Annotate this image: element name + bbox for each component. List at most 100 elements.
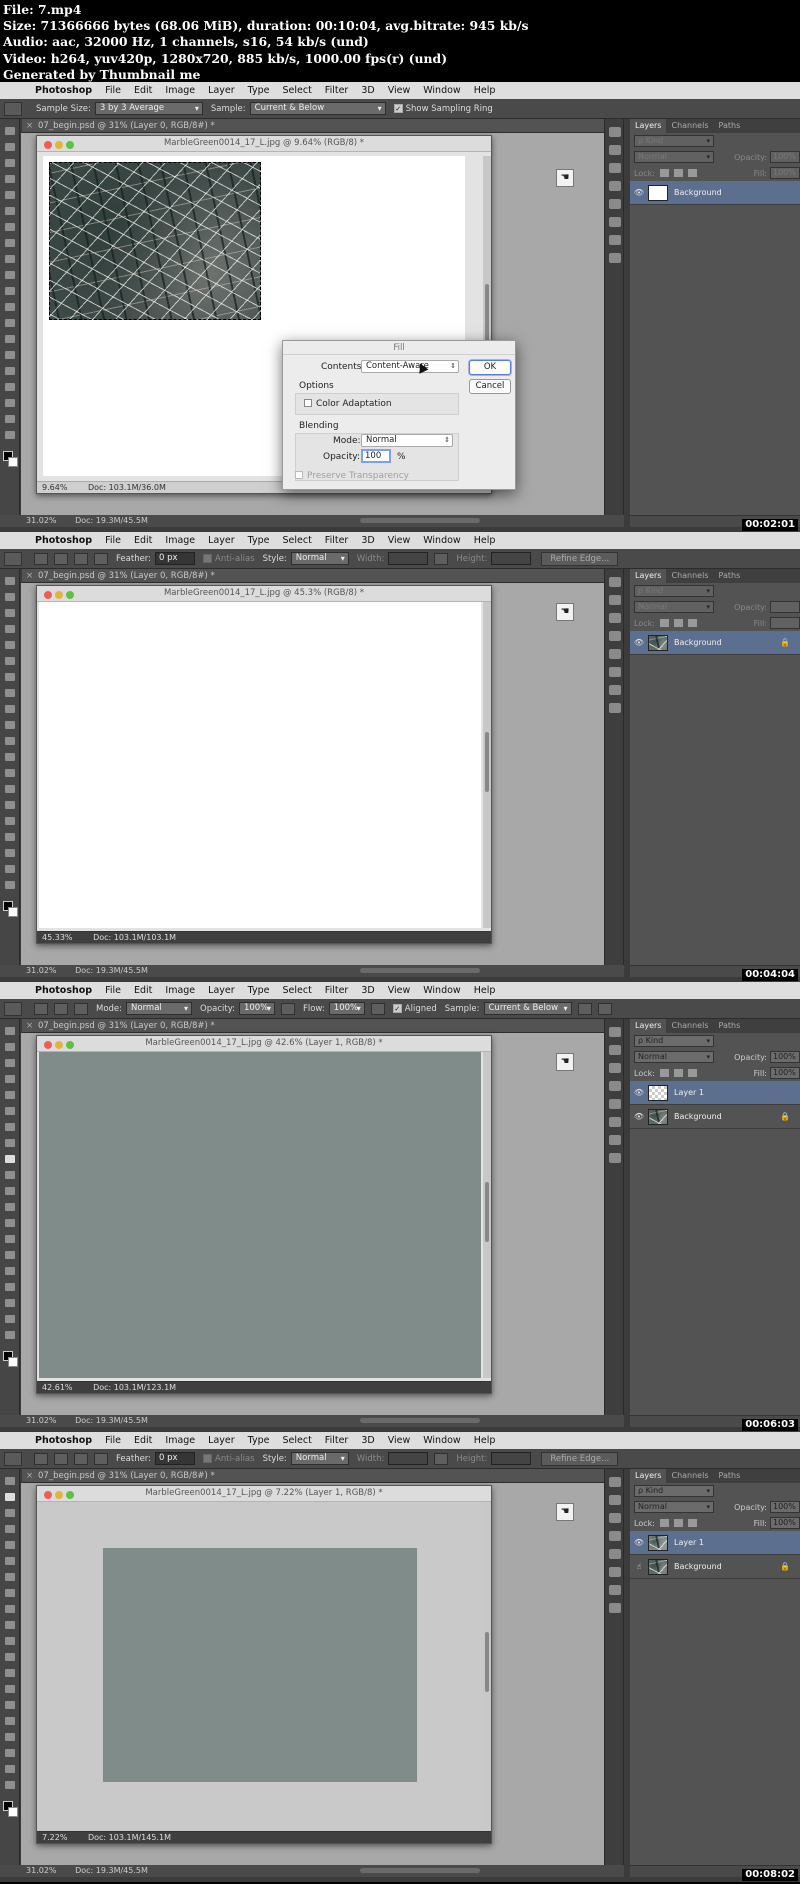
brushes-panel-icon[interactable] — [609, 1117, 621, 1127]
menu-select[interactable]: Select — [282, 1435, 311, 1446]
layer-row[interactable]: 👁 Layer 1 — [630, 1081, 800, 1105]
styles-panel-icon[interactable] — [609, 1531, 621, 1541]
history-panel-icon[interactable] — [609, 127, 621, 137]
menu-layer[interactable]: Layer — [208, 1435, 235, 1446]
brush-tool-icon[interactable] — [5, 1589, 15, 1597]
eye-icon[interactable]: 👁 — [630, 638, 648, 647]
shape-tool-icon[interactable] — [5, 1749, 15, 1757]
eyedropper-tool-icon[interactable] — [5, 207, 15, 215]
menu-type[interactable]: Type — [248, 1435, 270, 1446]
add-selection-icon[interactable] — [54, 1452, 68, 1465]
tab-channels[interactable]: Channels — [666, 1469, 713, 1483]
cancel-button[interactable]: Cancel — [469, 379, 511, 394]
eraser-tool-icon[interactable] — [5, 287, 15, 295]
eye-icon[interactable]: 👁 — [630, 1088, 648, 1097]
lock-pixels-icon[interactable] — [659, 1069, 669, 1077]
pointer-hand-icon[interactable]: ☝ — [630, 1562, 648, 1571]
tab-paths[interactable]: Paths — [714, 119, 746, 133]
lock-pixels-icon[interactable] — [659, 619, 669, 627]
menu-select[interactable]: Select — [282, 85, 311, 96]
menu-filter[interactable]: Filter — [325, 1435, 349, 1446]
height-input[interactable] — [491, 1452, 532, 1465]
hand-tool-icon[interactable] — [5, 1765, 15, 1773]
brush-tool-icon[interactable] — [5, 239, 15, 247]
zoom-window-button[interactable] — [65, 1041, 74, 1049]
layer-name[interactable]: Background — [674, 1112, 722, 1121]
styles-panel-icon[interactable] — [609, 1081, 621, 1091]
layer-row[interactable]: 👁 Background 🔒 — [630, 631, 800, 655]
type-tool-icon[interactable] — [5, 367, 15, 375]
blur-tool-icon[interactable] — [5, 319, 15, 327]
layer-opacity-input[interactable]: 100% — [770, 1051, 800, 1063]
menu-filter[interactable]: Filter — [325, 85, 349, 96]
path-select-tool-icon[interactable] — [5, 1733, 15, 1741]
refine-edge-button[interactable]: Refine Edge... — [541, 1451, 619, 1466]
quick-select-tool-icon[interactable] — [5, 1525, 15, 1533]
status-zoom[interactable]: 31.02% — [26, 1416, 57, 1425]
new-selection-icon[interactable] — [34, 1452, 48, 1465]
minimize-window-button[interactable] — [54, 591, 63, 599]
layer-opacity-input[interactable]: 100% — [770, 151, 800, 163]
layer-row[interactable]: 👁 Background 🔒 — [630, 1105, 800, 1129]
swatches-panel-icon[interactable] — [609, 1549, 621, 1559]
menu-app[interactable]: Photoshop — [35, 1435, 92, 1446]
vertical-scrollbar[interactable] — [483, 602, 491, 928]
brush-tool-icon[interactable] — [5, 689, 15, 697]
dodge-tool-icon[interactable] — [5, 335, 15, 343]
tab-layers[interactable]: Layers — [630, 569, 667, 583]
eyedropper-tool-icon[interactable] — [5, 1107, 15, 1115]
color-adaptation-checkbox[interactable] — [304, 399, 312, 407]
menu-layer[interactable]: Layer — [208, 985, 235, 996]
properties-panel-icon[interactable] — [609, 595, 621, 605]
zoom-tool-icon[interactable] — [5, 1331, 15, 1339]
layer-name[interactable]: Layer 1 — [674, 1538, 704, 1547]
tab-layers[interactable]: Layers — [630, 1469, 667, 1483]
properties-panel-icon[interactable] — [609, 1045, 621, 1055]
opacity-input[interactable]: 100 — [361, 449, 391, 463]
adjustments-panel-icon[interactable] — [609, 163, 621, 173]
marquee-tool-icon[interactable] — [5, 1043, 15, 1051]
swatches-panel-icon[interactable] — [609, 1099, 621, 1109]
feather-input[interactable]: 0 px — [155, 1452, 196, 1465]
eraser-tool-icon[interactable] — [5, 737, 15, 745]
tab-paths[interactable]: Paths — [714, 569, 746, 583]
status-zoom[interactable]: 31.02% — [26, 1866, 57, 1875]
pen-tool-icon[interactable] — [5, 1251, 15, 1259]
menu-help[interactable]: Help — [474, 1435, 496, 1446]
history-brush-tool-icon[interactable] — [5, 721, 15, 729]
styles-panel-icon[interactable] — [609, 181, 621, 191]
zoom-window-button[interactable] — [65, 141, 74, 149]
eye-icon[interactable]: 👁 — [630, 1112, 648, 1121]
mode-select[interactable]: Normal — [361, 434, 453, 447]
layer-opacity-input[interactable] — [770, 601, 800, 613]
menu-edit[interactable]: Edit — [134, 85, 152, 96]
eraser-tool-icon[interactable] — [5, 1187, 15, 1195]
intersect-selection-icon[interactable] — [94, 1452, 108, 1465]
pen-tool-icon[interactable] — [5, 801, 15, 809]
clone-stamp-tool-icon[interactable] — [5, 1605, 15, 1613]
airbrush-icon[interactable] — [370, 1002, 385, 1015]
history-panel-icon[interactable] — [609, 1027, 621, 1037]
sample-select[interactable]: Current & Below — [249, 102, 386, 115]
adjustments-panel-icon[interactable] — [609, 1513, 621, 1523]
blur-tool-icon[interactable] — [5, 1669, 15, 1677]
adjustments-panel-icon[interactable] — [609, 613, 621, 623]
height-input[interactable] — [491, 552, 532, 565]
lock-pixels-icon[interactable] — [659, 169, 669, 177]
window-zoom-level[interactable]: 45.33% — [42, 933, 73, 942]
menu-window[interactable]: Window — [423, 985, 460, 996]
width-input[interactable] — [388, 552, 429, 565]
add-selection-icon[interactable] — [54, 552, 68, 565]
brush-preset-icon[interactable] — [34, 1002, 48, 1015]
healing-tool-icon[interactable] — [5, 223, 15, 231]
menu-help[interactable]: Help — [474, 985, 496, 996]
flow-select[interactable]: 100% — [328, 1002, 365, 1015]
hand-tool-icon[interactable] — [5, 415, 15, 423]
hand-tool-icon[interactable]: ☚ — [556, 1053, 574, 1071]
history-panel-icon[interactable] — [609, 577, 621, 587]
crop-tool-icon[interactable] — [5, 1541, 15, 1549]
menu-help[interactable]: Help — [474, 85, 496, 96]
background-color-swatch[interactable] — [8, 457, 18, 467]
path-select-tool-icon[interactable] — [5, 833, 15, 841]
history-brush-tool-icon[interactable] — [5, 1171, 15, 1179]
